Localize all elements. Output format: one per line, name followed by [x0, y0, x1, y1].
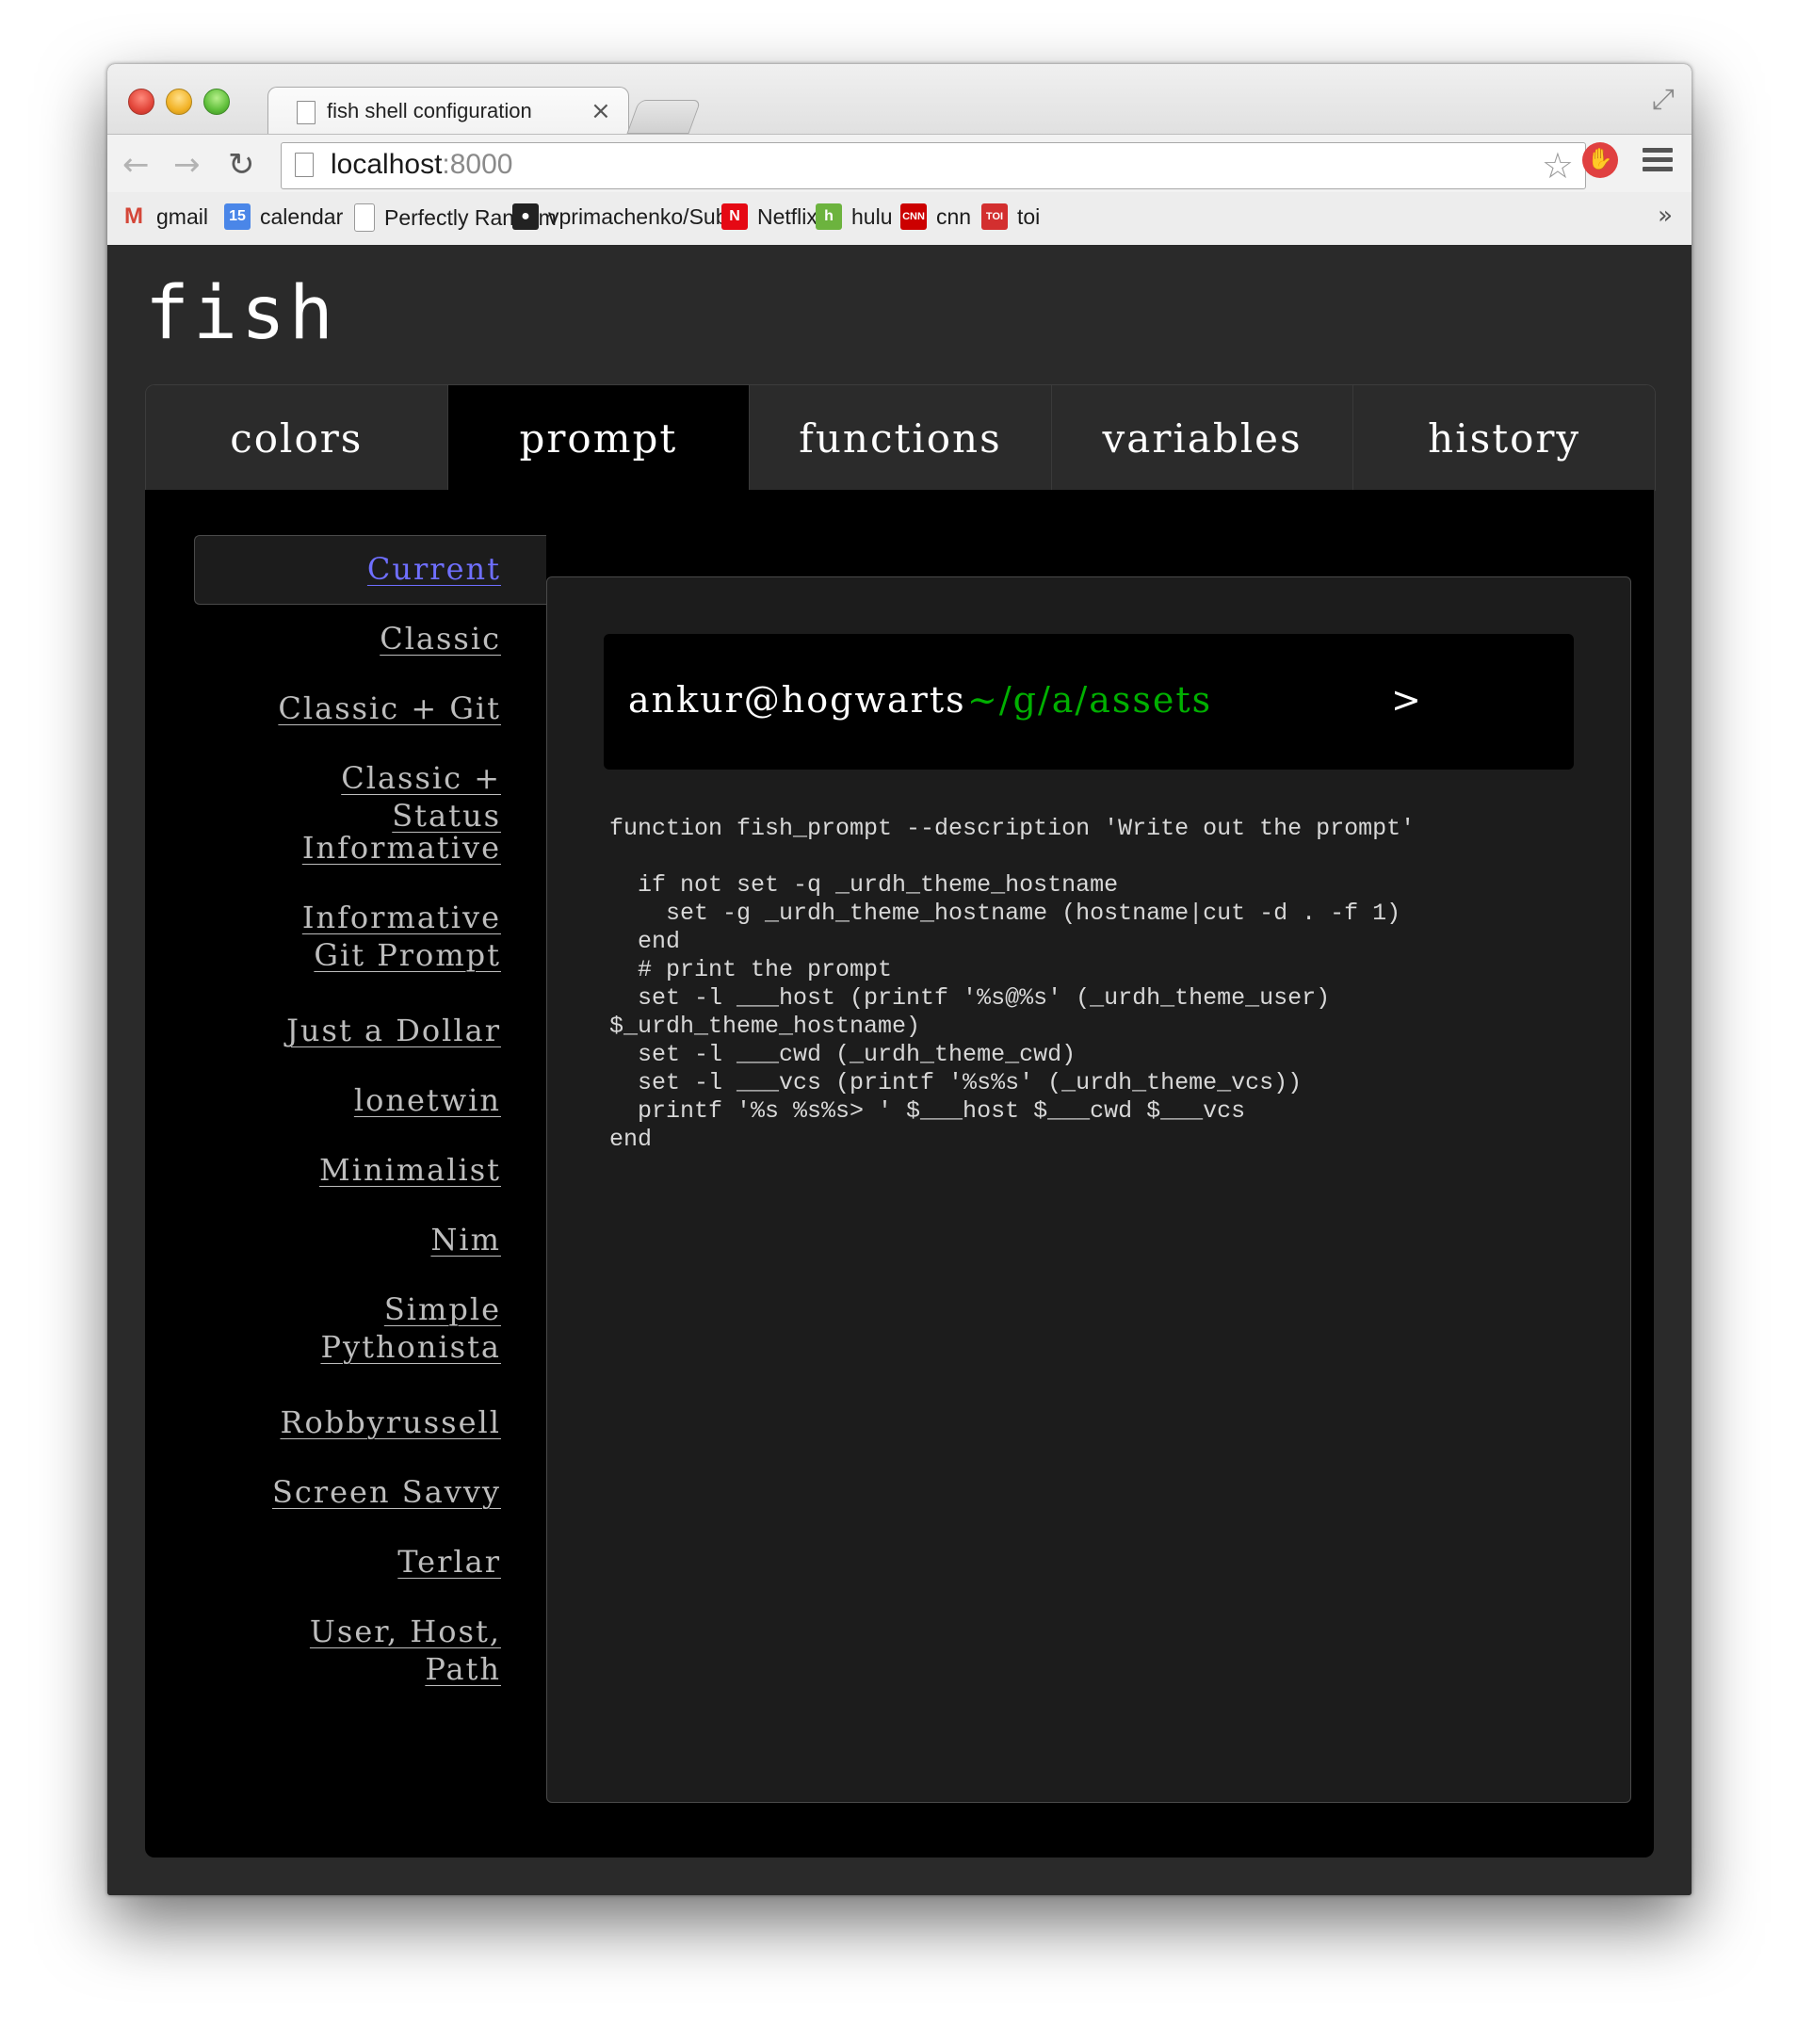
prompt-item-terlar[interactable]: Terlar	[145, 1543, 546, 1581]
prompt-item-classic[interactable]: Classic	[145, 620, 546, 657]
reload-icon[interactable]: ↻	[228, 146, 255, 184]
toi-icon: TOI	[981, 203, 1008, 230]
tab-functions[interactable]: functions	[750, 385, 1052, 491]
bookmark-label: hulu	[851, 203, 893, 229]
page-icon	[297, 101, 316, 124]
tab-prompt[interactable]: prompt	[447, 385, 751, 491]
bookmark-label: toi	[1017, 203, 1041, 229]
bookmark-label: calendar	[260, 203, 344, 229]
minimize-window-button[interactable]	[166, 89, 192, 115]
github-icon: ●	[512, 203, 539, 230]
prompt-item-informative-git-prompt[interactable]: Informative Git Prompt	[145, 899, 546, 974]
back-arrow-icon[interactable]: ←	[122, 146, 150, 184]
preview-user-host: ankur@hogwarts	[628, 679, 966, 721]
address-bar[interactable]: localhost:8000 ☆	[281, 142, 1586, 189]
prompt-item-user-host-path[interactable]: User, Host, Path	[145, 1613, 546, 1688]
url-text: localhost:8000	[331, 149, 513, 180]
prompt-preview: ankur@hogwarts ~/g/a/assets >	[604, 634, 1574, 770]
prompt-item-current[interactable]: Current	[194, 535, 546, 605]
bookmark-gmail[interactable]: Mgmail	[121, 203, 208, 230]
preview-prompt-symbol: >	[1391, 679, 1423, 721]
preview-cwd: ~/g/a/assets	[967, 679, 1213, 721]
main-tabs: colors prompt functions variables history	[145, 384, 1656, 491]
prompt-detail-panel: ankur@hogwarts ~/g/a/assets > function f…	[546, 576, 1631, 1803]
prompt-item-robbyrussell[interactable]: Robbyrussell	[145, 1403, 546, 1441]
tab-content: Current Classic Classic + Git Classic + Sta…	[145, 490, 1654, 1857]
browser-tab[interactable]: fish shell configuration ×	[267, 87, 629, 135]
browser-chrome: fish shell configuration × ⤢ ← → ↻ local…	[107, 64, 1692, 246]
bookmark-netflix[interactable]: N Netflix	[721, 203, 818, 230]
bookmark-hulu[interactable]: h hulu	[816, 203, 892, 230]
adblock-icon[interactable]: ✋	[1582, 142, 1618, 178]
fullscreen-icon[interactable]: ⤢	[1652, 83, 1675, 116]
calendar-icon: 15	[224, 203, 251, 230]
prompt-item-informative[interactable]: Informative	[145, 829, 546, 867]
prompt-item-simple-pythonista[interactable]: Simple Pythonista	[145, 1290, 546, 1366]
new-tab-button[interactable]	[626, 100, 702, 134]
tab-variables[interactable]: variables	[1051, 385, 1354, 491]
forward-arrow-icon[interactable]: →	[173, 146, 201, 184]
page-icon	[295, 153, 314, 177]
prompt-item-screen-savvy[interactable]: Screen Savvy	[145, 1473, 546, 1511]
bookmark-vprimachenko-subli[interactable]: ● vprimachenko/Subli	[512, 203, 737, 230]
prompt-item-just-a-dollar[interactable]: Just a Dollar	[145, 1012, 546, 1049]
bookmark-toi[interactable]: TOI toi	[981, 203, 1040, 230]
bookmark-calendar[interactable]: 15 calendar	[224, 203, 343, 230]
prompt-item-classic-status[interactable]: Classic + Status	[145, 759, 546, 835]
page-icon	[354, 203, 375, 232]
bookmark-star-icon[interactable]: ☆	[1542, 145, 1574, 187]
close-tab-icon[interactable]: ×	[591, 97, 611, 125]
prompt-item-classic-git[interactable]: Classic + Git	[145, 689, 546, 727]
prompt-item-nim[interactable]: Nim	[145, 1221, 546, 1258]
hulu-icon: h	[816, 203, 842, 230]
tab-colors[interactable]: colors	[146, 385, 448, 491]
fish-config-page: fish colors prompt functions variables histo…	[107, 245, 1692, 1895]
prompt-item-lonetwin[interactable]: lonetwin	[145, 1081, 546, 1119]
netflix-icon: N	[721, 203, 748, 230]
browser-window: fish shell configuration × ⤢ ← → ↻ local…	[107, 64, 1692, 1895]
bookmark-label: cnn	[936, 203, 972, 229]
prompt-function-code: function fish_prompt --description 'Writ…	[609, 815, 1416, 1153]
tab-title: fish shell configuration	[327, 99, 532, 122]
bookmark-label: vprimachenko/Subli	[548, 203, 737, 229]
prompt-item-minimalist[interactable]: Minimalist	[145, 1151, 546, 1189]
browser-toolbar: ← → ↻ localhost:8000 ☆ ✋	[107, 134, 1692, 193]
bookmark-label: gmail	[156, 203, 208, 229]
gmail-icon: M	[124, 203, 143, 229]
more-bookmarks-icon[interactable]: »	[1658, 202, 1673, 230]
menu-icon[interactable]	[1643, 148, 1673, 176]
tab-history[interactable]: history	[1353, 385, 1655, 491]
bookmark-cnn[interactable]: CNN cnn	[900, 203, 971, 230]
fish-logo: fish	[145, 271, 337, 356]
zoom-window-button[interactable]	[203, 89, 230, 115]
bookmarks-bar: » Mgmail 15 calendar Perfectly Random ● vprim…	[107, 192, 1692, 245]
close-window-button[interactable]	[128, 89, 154, 115]
cnn-icon: CNN	[900, 203, 927, 230]
bookmark-label: Netflix	[757, 203, 818, 229]
